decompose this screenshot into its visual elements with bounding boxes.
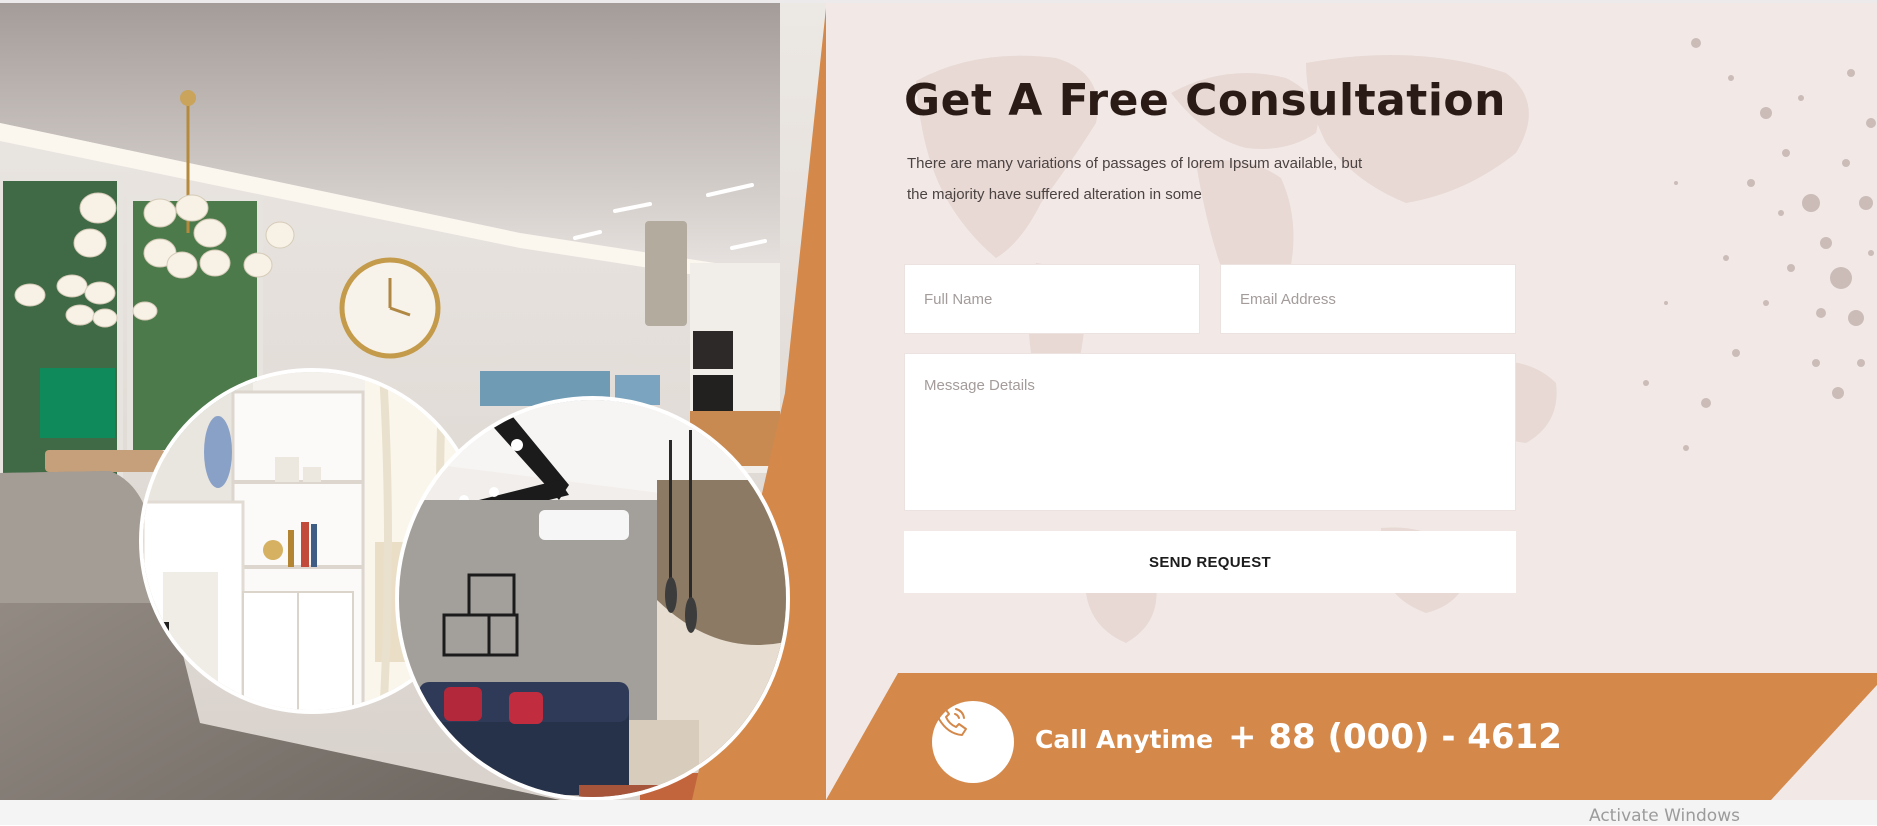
phone-number-link[interactable]: + 88 (000) - 4612 bbox=[1228, 717, 1562, 757]
phone-icon bbox=[937, 706, 967, 736]
call-anytime-banner: Call Anytime + 88 (000) - 4612 bbox=[826, 673, 1877, 800]
email-field[interactable] bbox=[1220, 264, 1516, 334]
send-request-button[interactable]: SEND REQUEST bbox=[904, 531, 1516, 593]
section-description: There are many variations of passages of… bbox=[907, 148, 1407, 210]
consultation-section: Get A Free Consultation There are many v… bbox=[826, 3, 1877, 800]
call-button[interactable] bbox=[932, 701, 1014, 783]
description-line-2: the majority have suffered alteration in… bbox=[907, 186, 1202, 203]
interior-image-panel bbox=[0, 3, 826, 800]
message-details-textarea[interactable] bbox=[904, 353, 1516, 511]
full-name-input[interactable] bbox=[904, 264, 1200, 334]
call-anytime-label: Call Anytime bbox=[1035, 725, 1214, 754]
activate-windows-watermark: Activate Windows bbox=[1589, 806, 1740, 826]
page-title: Get A Free Consultation bbox=[904, 75, 1506, 126]
sofa-lounge-photo bbox=[395, 396, 790, 800]
description-line-1: There are many variations of passages of… bbox=[907, 155, 1363, 172]
